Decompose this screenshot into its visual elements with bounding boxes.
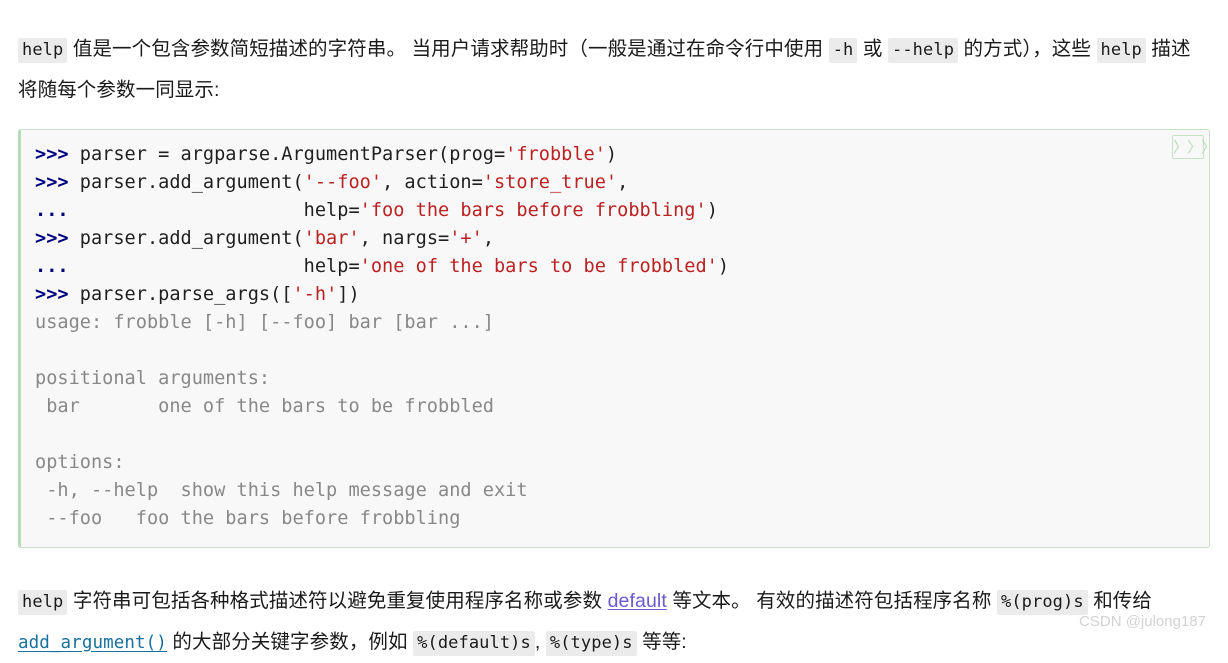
inline-code-help-2: help: [1096, 37, 1146, 63]
line-7: usage: frobble [-h] [--foo] bar [bar ...…: [35, 312, 494, 333]
toggle-prompt-button[interactable]: 〉〉〉: [1172, 135, 1216, 159]
format-specifier-paragraph: help 字符串可包括各种格式描述符以避免重复使用程序名称或参数 default…: [18, 568, 1210, 663]
line-14: --foo foo the bars before frobbling: [35, 508, 461, 529]
line-9: positional arguments:: [35, 368, 271, 389]
format-text-part-5: 等等:: [636, 630, 687, 653]
line-3: ... help='foo the bars before frobbling'…: [35, 200, 718, 221]
code-block: 〉〉〉 >>> parser = argparse.ArgumentParser…: [18, 129, 1216, 548]
line-4: >>> parser.add_argument('bar', nargs='+'…: [35, 228, 495, 249]
watermark: CSDN @julong187: [1079, 612, 1206, 630]
line-2: >>> parser.add_argument('--foo', action=…: [35, 172, 629, 193]
inline-code-help-flag: --help: [888, 37, 959, 63]
intro-text-part-3: 的方式），这些: [958, 37, 1097, 60]
inline-code-default-specifier: %(default)s: [413, 630, 535, 656]
code-content[interactable]: >>> parser = argparse.ArgumentParser(pro…: [35, 141, 1193, 533]
inline-code-prog-specifier: %(prog)s: [997, 589, 1088, 615]
line-1: >>> parser = argparse.ArgumentParser(pro…: [35, 144, 618, 165]
inline-code-help-3: help: [18, 589, 68, 615]
intro-text-part-1: 值是一个包含参数简短描述的字符串。 当用户请求帮助时（一般是通过在命令行中使用: [67, 37, 829, 60]
format-text-part-3: 和传给: [1087, 589, 1153, 612]
inline-code-h-flag: -h: [828, 37, 858, 63]
line-12: options:: [35, 452, 125, 473]
line-13: -h, --help show this help message and ex…: [35, 480, 528, 501]
link-default[interactable]: default: [608, 590, 667, 612]
format-text-part-4: 的大部分关键字参数，例如: [166, 630, 414, 653]
line-8: [35, 337, 1193, 365]
intro-text-part-2: 或: [857, 37, 889, 60]
inline-code-help: help: [18, 37, 68, 63]
line-11: [35, 421, 1193, 449]
line-6: >>> parser.parse_args(['-h']): [35, 284, 360, 305]
inline-code-type-specifier: %(type)s: [545, 630, 637, 656]
documentation-page: help 值是一个包含参数简短描述的字符串。 当用户请求帮助时（一般是通过在命令…: [0, 20, 1228, 656]
format-text-part-2: 等文本。 有效的描述符包括程序名称: [666, 589, 997, 612]
intro-paragraph: help 值是一个包含参数简短描述的字符串。 当用户请求帮助时（一般是通过在命令…: [18, 20, 1210, 110]
link-add-argument[interactable]: add_argument(): [18, 633, 167, 653]
line-10: bar one of the bars to be frobbled: [35, 396, 494, 417]
line-5: ... help='one of the bars to be frobbled…: [35, 256, 730, 277]
format-text-part-1: 字符串可包括各种格式描述符以避免重复使用程序名称或参数: [67, 589, 608, 612]
format-text-separator: ,: [534, 630, 546, 653]
